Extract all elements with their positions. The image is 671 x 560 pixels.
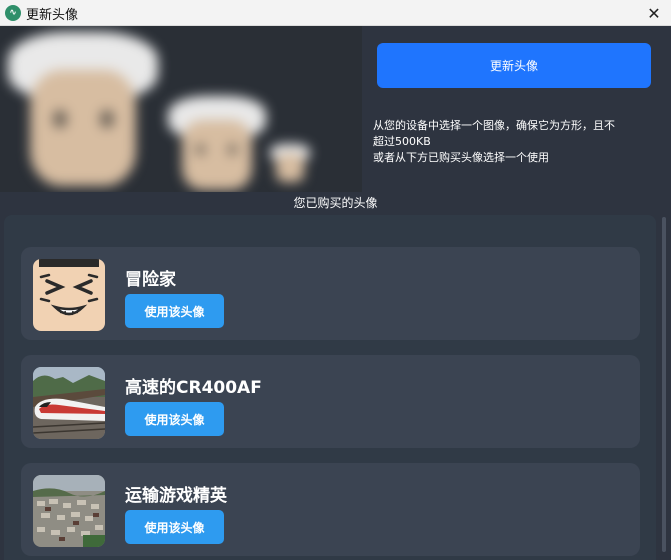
update-avatar-button[interactable]: 更新头像	[377, 43, 651, 88]
purchased-avatars-heading: 您已购买的头像	[293, 196, 378, 210]
avatar-preview	[0, 26, 362, 192]
train-avatar-thumbnail	[33, 367, 105, 439]
avatar-name: 高速的CR400AF	[125, 378, 262, 398]
avatar-card: 高速的CR400AF 使用该头像	[21, 355, 640, 448]
close-icon: ✕	[647, 3, 661, 23]
instruction-line-2: 超过500KB	[373, 135, 431, 148]
avatar-preview-image	[0, 26, 362, 192]
use-avatar-button[interactable]: 使用该头像	[125, 510, 224, 544]
transport-elite-avatar-thumbnail	[33, 475, 105, 547]
avatar-card: 冒险家 使用该头像	[21, 247, 640, 340]
app-logo-icon: ∿	[5, 5, 21, 21]
list-scrollbar[interactable]	[662, 217, 666, 552]
title-bar: ∿ 更新头像 ✕	[0, 0, 671, 26]
window-title: 更新头像	[26, 8, 79, 23]
avatar-name: 冒险家	[125, 270, 176, 290]
upload-instructions: 从您的设备中选择一个图像，确保它为方形，且不 超过500KB 或者从下方已购买头…	[373, 118, 663, 166]
use-avatar-button[interactable]: 使用该头像	[125, 294, 224, 328]
avatar-name: 运输游戏精英	[125, 486, 227, 506]
close-button[interactable]: ✕	[637, 0, 671, 26]
use-avatar-button[interactable]: 使用该头像	[125, 402, 224, 436]
avatar-card: 运输游戏精英 使用该头像	[21, 463, 640, 556]
instruction-line-3: 或者从下方已购买头像选择一个使用	[373, 151, 549, 164]
adventurer-avatar-thumbnail	[33, 259, 105, 331]
instruction-line-1: 从您的设备中选择一个图像，确保它为方形，且不	[373, 119, 615, 132]
